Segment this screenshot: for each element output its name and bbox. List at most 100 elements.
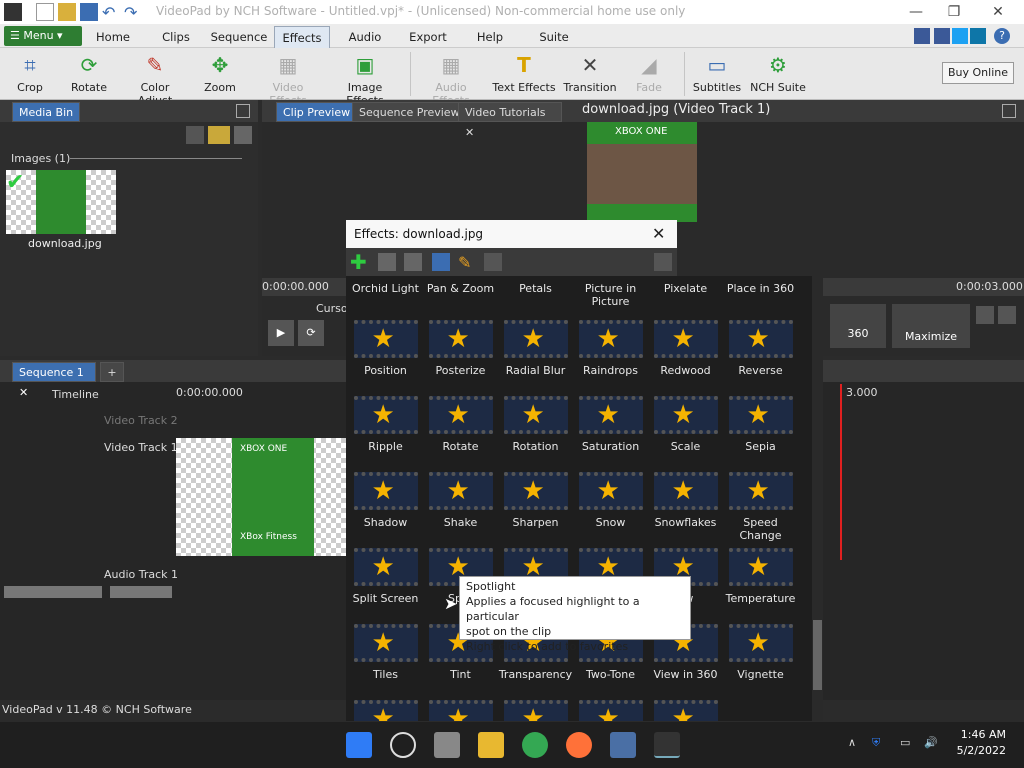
- save-icon[interactable]: [80, 3, 98, 21]
- volume-icon[interactable]: 🔊: [924, 736, 938, 749]
- effect-tile[interactable]: ★ Reverse: [723, 320, 798, 396]
- network-icon[interactable]: ▭: [900, 736, 910, 749]
- tab-export[interactable]: Export: [402, 26, 454, 48]
- new-file-icon[interactable]: [36, 3, 54, 21]
- effect-tile[interactable]: ★ Rotate: [423, 396, 498, 472]
- loop-button[interactable]: ⟳: [298, 320, 324, 346]
- zoom-in-icon[interactable]: [998, 306, 1016, 324]
- audio-pan-slider[interactable]: [110, 586, 172, 598]
- effect-tile[interactable]: ★ Redwood: [648, 320, 723, 396]
- color-adjust-button[interactable]: ✎Color Adjust: [122, 52, 188, 107]
- clock-time[interactable]: 1:46 AM: [958, 728, 1006, 741]
- effect-tile[interactable]: ★ Tiles: [348, 624, 423, 700]
- effect-tile[interactable]: ★ Radial Blur: [498, 320, 573, 396]
- help-icon[interactable]: ?: [994, 28, 1010, 44]
- effect-tile[interactable]: ★: [348, 700, 423, 721]
- tab-video-tutorials[interactable]: Video Tutorials ✕: [458, 102, 562, 139]
- clock-date[interactable]: 5/2/2022: [952, 744, 1006, 757]
- add-effect-icon[interactable]: ✚: [350, 252, 370, 272]
- playhead[interactable]: [840, 384, 842, 560]
- facebook-icon[interactable]: [934, 28, 950, 44]
- scrollbar-thumb[interactable]: [813, 620, 822, 690]
- image-effects-button[interactable]: ▣Image Effects: [328, 52, 402, 107]
- list-view-icon[interactable]: [234, 126, 252, 144]
- twitter-icon[interactable]: [952, 28, 968, 44]
- task-view-icon[interactable]: [434, 732, 460, 758]
- nch-suite-button[interactable]: ⚙ NCH Suite: [750, 52, 806, 94]
- videopad-taskbar-icon[interactable]: [654, 732, 680, 758]
- save-preset-icon[interactable]: [432, 253, 450, 271]
- subtitles-button[interactable]: ▭ Subtitles: [690, 52, 744, 94]
- close-dialog-button[interactable]: ✕: [652, 224, 665, 243]
- effect-tile[interactable]: ★ Rotation: [498, 396, 573, 472]
- timeline-clip[interactable]: XBOX ONE XBox Fitness: [176, 438, 346, 556]
- undock-icon[interactable]: [1002, 104, 1016, 118]
- crop-button[interactable]: ⌗ Crop: [8, 52, 52, 94]
- undo-icon[interactable]: ↶: [102, 3, 120, 22]
- add-favorite-icon[interactable]: [378, 253, 396, 271]
- effect-tile[interactable]: ★: [573, 700, 648, 721]
- tab-sequence[interactable]: Sequence: [208, 26, 270, 48]
- redo-icon[interactable]: ↷: [124, 3, 142, 22]
- effect-tile[interactable]: ★ Shake: [423, 472, 498, 548]
- effect-tile[interactable]: ★ Posterize: [423, 320, 498, 396]
- open-folder-icon[interactable]: [58, 3, 76, 21]
- effect-tile[interactable]: ★ Sepia: [723, 396, 798, 472]
- buy-online-button[interactable]: Buy Online: [942, 62, 1014, 84]
- effect-tile[interactable]: ★ Raindrops: [573, 320, 648, 396]
- tab-sequence-preview[interactable]: Sequence Preview: [352, 102, 467, 122]
- settings-icon[interactable]: [654, 253, 672, 271]
- text-effects-button[interactable]: T Text Effects: [492, 52, 556, 94]
- undock-icon[interactable]: [236, 104, 250, 118]
- tab-home[interactable]: Home: [90, 26, 136, 48]
- security-icon[interactable]: ⛨: [872, 736, 880, 750]
- tab-suite[interactable]: Suite: [532, 26, 576, 48]
- add-sequence-button[interactable]: +: [100, 362, 124, 382]
- rotate-button[interactable]: ⟳ Rotate: [64, 52, 114, 94]
- remote-desktop-icon[interactable]: [610, 732, 636, 758]
- tab-help[interactable]: Help: [470, 26, 510, 48]
- effects-scrollbar[interactable]: [812, 276, 823, 721]
- audio-volume-slider[interactable]: [4, 586, 102, 598]
- new-folder-icon[interactable]: [208, 126, 230, 144]
- effect-tile[interactable]: ★ Split Screen: [348, 548, 423, 624]
- zoom-button[interactable]: ✥ Zoom: [198, 52, 242, 94]
- audio-effects-button[interactable]: ▦Audio Effects: [416, 52, 486, 107]
- play-button[interactable]: ▶: [268, 320, 294, 346]
- effect-tile[interactable]: ★ Sharpen: [498, 472, 573, 548]
- effect-tile[interactable]: ★: [423, 700, 498, 721]
- close-window-button[interactable]: ✕: [978, 2, 1018, 22]
- effect-tile[interactable]: ★ Snowflakes: [648, 472, 723, 548]
- video-effects-button[interactable]: ▦Video Effects: [254, 52, 322, 107]
- effect-tile[interactable]: ★ Speed Change: [723, 472, 798, 548]
- effect-tile[interactable]: ★ Position: [348, 320, 423, 396]
- chrome-icon[interactable]: [522, 732, 548, 758]
- like-icon[interactable]: [914, 28, 930, 44]
- firefox-icon[interactable]: [566, 732, 592, 758]
- minimize-button[interactable]: —: [896, 2, 936, 22]
- effect-tile[interactable]: ★: [498, 700, 573, 721]
- effect-tile[interactable]: ★ Temperature: [723, 548, 798, 624]
- effect-tile[interactable]: ★ Ripple: [348, 396, 423, 472]
- trash-icon[interactable]: [186, 126, 204, 144]
- media-filename[interactable]: download.jpg: [28, 237, 102, 250]
- tab-sequence-1[interactable]: Sequence 1 ✕: [12, 362, 96, 399]
- effect-tile[interactable]: ★ Shadow: [348, 472, 423, 548]
- restore-button[interactable]: ❐: [934, 2, 974, 22]
- remove-effect-icon[interactable]: [404, 253, 422, 271]
- effect-tile[interactable]: ★ Saturation: [573, 396, 648, 472]
- effect-tile[interactable]: ★ Vignette: [723, 624, 798, 700]
- effect-tile[interactable]: ★: [648, 700, 723, 721]
- file-explorer-icon[interactable]: [478, 732, 504, 758]
- effect-tile[interactable]: ★ Snow: [573, 472, 648, 548]
- tab-effects[interactable]: Effects: [274, 26, 330, 48]
- preset-icon[interactable]: [484, 253, 502, 271]
- vr360-button[interactable]: 360: [830, 304, 886, 348]
- tab-clips[interactable]: Clips: [156, 26, 196, 48]
- tab-clip-preview[interactable]: Clip Preview: [276, 102, 358, 122]
- maximize-button[interactable]: Maximize: [892, 304, 970, 348]
- tab-media-bin[interactable]: Media Bin: [12, 102, 81, 122]
- linkedin-icon[interactable]: [970, 28, 986, 44]
- main-menu-button[interactable]: ☰ Menu ▾: [4, 26, 82, 46]
- chevron-up-icon[interactable]: ∧: [848, 736, 856, 749]
